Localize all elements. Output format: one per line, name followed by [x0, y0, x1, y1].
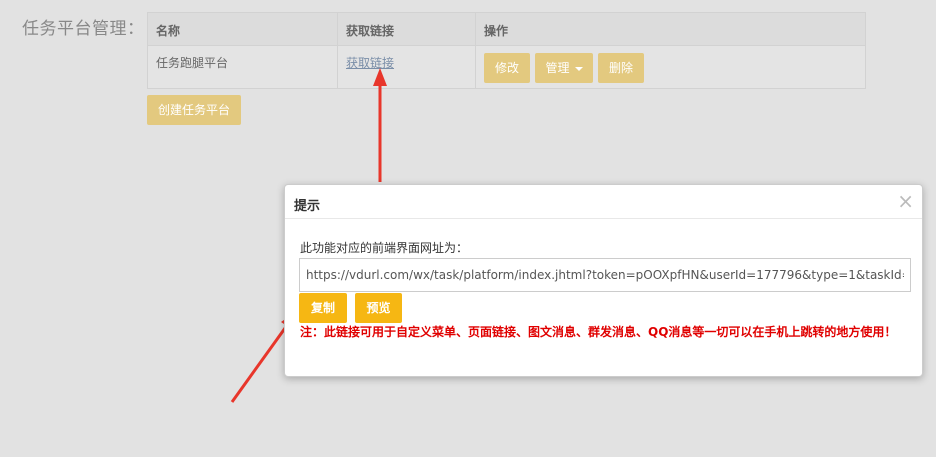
dialog-title: 提示 [294, 199, 321, 214]
arrow-diag-shaft [230, 323, 290, 403]
preview-button[interactable]: 预览 [355, 293, 402, 323]
link-dialog: 提示 × 此功能对应的前端界面网址为： 复制 预览 注：此链接可用于自定义菜单、… [284, 184, 923, 377]
url-field[interactable] [299, 258, 911, 292]
url-label: 此功能对应的前端界面网址为： [300, 241, 469, 255]
copy-button[interactable]: 复制 [299, 293, 347, 323]
arrow-up-head [373, 68, 387, 86]
close-icon[interactable]: × [897, 191, 914, 211]
usage-note: 注：此链接可用于自定义菜单、页面链接、图文消息、群发消息、QQ消息等一切可以在手… [300, 325, 897, 339]
dialog-header: 提示 × [285, 185, 922, 219]
